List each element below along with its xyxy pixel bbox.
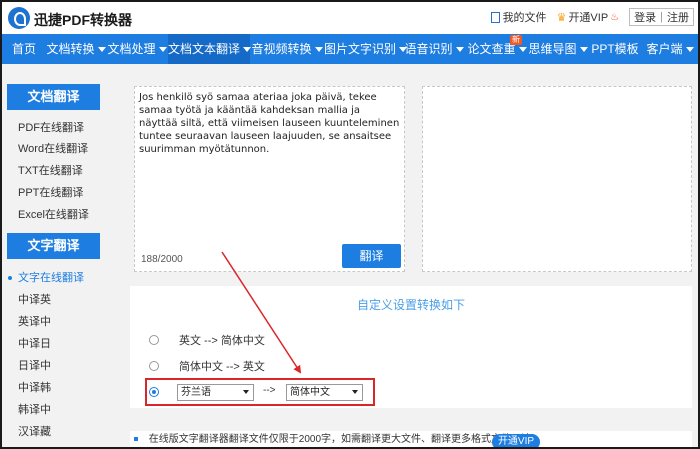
active-dot-icon <box>8 276 12 281</box>
nav-plagiarism[interactable]: 论文查重新 <box>466 34 528 64</box>
nav-doc-translate[interactable]: 文档文本翻译 <box>168 34 252 64</box>
direction-arrow-text: --> <box>263 385 276 396</box>
sidebar: 文档翻译 PDF在线翻译 Word在线翻译 TXT在线翻译 PPT在线翻译 Ex… <box>2 64 110 447</box>
settings-title: 自定义设置转换如下 <box>356 298 465 312</box>
main-nav: 首页 文档转换 文档处理 文档文本翻译 音视频转换 图片文字识别 语音识别 论文… <box>2 34 698 64</box>
sidebar-heading-doc-translate[interactable]: 文档翻译 <box>7 84 100 110</box>
nav-ocr[interactable]: 图片文字识别 <box>324 34 408 64</box>
sidebar-item-pdf[interactable]: PDF在线翻译 <box>18 120 84 136</box>
sidebar-item-text-online[interactable]: 文字在线翻译 <box>8 270 84 286</box>
sidebar-item-ja-zh[interactable]: 日译中 <box>18 358 51 374</box>
source-text[interactable]: Jos henkilö syö samaa ateriaa joka päivä… <box>139 91 401 156</box>
sidebar-item-ppt[interactable]: PPT在线翻译 <box>18 185 83 201</box>
chevron-down-icon <box>518 47 527 53</box>
nav-doc-process[interactable]: 文档处理 <box>106 34 168 64</box>
source-language-select[interactable]: 芬兰语 <box>177 384 254 401</box>
conversion-settings: 自定义设置转换如下 英文 --> 简体中文 简体中文 --> 英文 芬兰语 --… <box>130 286 692 408</box>
new-badge: 新 <box>510 35 522 45</box>
option-en-to-zh[interactable]: 英文 --> 简体中文 <box>149 332 265 348</box>
brand-logo-icon[interactable] <box>8 7 30 29</box>
nav-ppt-templates-label: PPT模板 <box>591 42 639 56</box>
nav-doc-convert[interactable]: 文档转换 <box>46 34 106 64</box>
sidebar-item-zh-ko[interactable]: 中译韩 <box>18 380 51 396</box>
nav-home-label: 首页 <box>11 42 36 56</box>
login-link[interactable]: 登录 <box>634 9 656 25</box>
nav-mindmap[interactable]: 思维导图 <box>528 34 588 64</box>
main-content: Jos henkilö syö samaa ateriaa joka päivä… <box>110 64 698 447</box>
sidebar-item-text-online-label: 文字在线翻译 <box>18 272 84 284</box>
source-language-value: 芬兰语 <box>181 387 211 398</box>
chevron-down-icon <box>455 47 464 53</box>
chevron-down-icon <box>158 47 167 53</box>
notice-text: 在线版文字翻译器翻译文件仅限于2000字，如需翻译更大文件、翻译更多格式文件，请 <box>148 434 532 445</box>
nav-doc-convert-label: 文档转换 <box>46 42 95 56</box>
open-vip-label: 开通VIP <box>568 12 609 24</box>
auth-separator: | <box>660 11 663 23</box>
my-files-link[interactable]: 我的文件 <box>490 9 547 25</box>
app-frame: 迅捷PDF转换器 我的文件 ♛ 开通VIP ♨ 登录 | 注册 首页 文档转换 … <box>0 0 700 449</box>
nav-home[interactable]: 首页 <box>2 34 46 64</box>
sidebar-heading-text-translate[interactable]: 文字翻译 <box>7 233 100 259</box>
sidebar-item-zh-ja[interactable]: 中译日 <box>18 336 51 352</box>
nav-av-convert-label: 音视频转换 <box>251 42 312 56</box>
bullet-icon <box>134 437 138 442</box>
chevron-down-icon <box>97 47 106 53</box>
nav-ocr-label: 图片文字识别 <box>324 42 397 56</box>
open-vip-button[interactable]: 开通VIP <box>492 434 540 447</box>
translation-output[interactable] <box>422 86 692 272</box>
nav-doc-translate-label: 文档文本翻译 <box>168 42 241 56</box>
option-en-to-zh-label: 英文 --> 简体中文 <box>179 335 265 347</box>
sidebar-item-excel[interactable]: Excel在线翻译 <box>18 207 89 223</box>
crown-icon: ♛ <box>556 11 567 24</box>
sidebar-item-zh-en[interactable]: 中译英 <box>18 292 51 308</box>
sidebar-item-en-zh[interactable]: 英译中 <box>18 314 51 330</box>
document-icon <box>490 11 500 23</box>
sidebar-item-zh-bo[interactable]: 汉译藏 <box>18 424 51 440</box>
option-zh-to-en[interactable]: 简体中文 --> 英文 <box>149 358 265 374</box>
nav-doc-process-label: 文档处理 <box>107 42 156 56</box>
nav-plagiarism-label: 论文查重 <box>467 42 516 56</box>
radio-zh-to-en[interactable] <box>149 361 159 371</box>
sidebar-item-word[interactable]: Word在线翻译 <box>18 141 88 157</box>
brand-name[interactable]: 迅捷PDF转换器 <box>34 10 132 30</box>
sidebar-item-txt[interactable]: TXT在线翻译 <box>18 163 83 179</box>
nav-ppt-templates[interactable]: PPT模板 <box>588 34 642 64</box>
my-files-label: 我的文件 <box>502 12 547 24</box>
nav-av-convert[interactable]: 音视频转换 <box>250 34 324 64</box>
chevron-down-icon <box>314 47 323 53</box>
nav-mindmap-label: 思维导图 <box>528 42 577 56</box>
auth-box: 登录 | 注册 <box>629 8 694 26</box>
dropdown-arrow-icon <box>243 390 249 394</box>
dropdown-arrow-icon <box>352 390 358 394</box>
nav-client[interactable]: 客户端 <box>642 34 698 64</box>
sidebar-item-ko-zh[interactable]: 韩译中 <box>18 402 51 418</box>
target-language-value: 简体中文 <box>290 387 330 398</box>
char-counter: 188/2000 <box>141 254 183 265</box>
nav-client-label: 客户端 <box>646 42 683 56</box>
option-zh-to-en-label: 简体中文 --> 英文 <box>179 361 265 373</box>
notice-bar: 在线版文字翻译器翻译文件仅限于2000字，如需翻译更大文件、翻译更多格式文件，请… <box>130 431 692 447</box>
translate-button[interactable]: 翻译 <box>342 244 401 268</box>
chevron-down-icon <box>579 47 588 53</box>
radio-en-to-zh[interactable] <box>149 335 159 345</box>
top-header: 迅捷PDF转换器 我的文件 ♛ 开通VIP ♨ 登录 | 注册 <box>2 2 698 34</box>
chevron-down-icon <box>685 47 694 53</box>
open-vip-link[interactable]: ♛ 开通VIP ♨ <box>557 9 620 25</box>
source-text-input[interactable]: Jos henkilö syö samaa ateriaa joka päivä… <box>134 86 405 272</box>
flame-icon: ♨ <box>610 11 620 23</box>
nav-speech[interactable]: 语音识别 <box>402 34 466 64</box>
nav-speech-label: 语音识别 <box>404 42 453 56</box>
target-language-select[interactable]: 简体中文 <box>286 384 363 401</box>
register-link[interactable]: 注册 <box>667 9 689 25</box>
header-actions: 我的文件 ♛ 开通VIP ♨ 登录 | 注册 <box>490 8 694 26</box>
